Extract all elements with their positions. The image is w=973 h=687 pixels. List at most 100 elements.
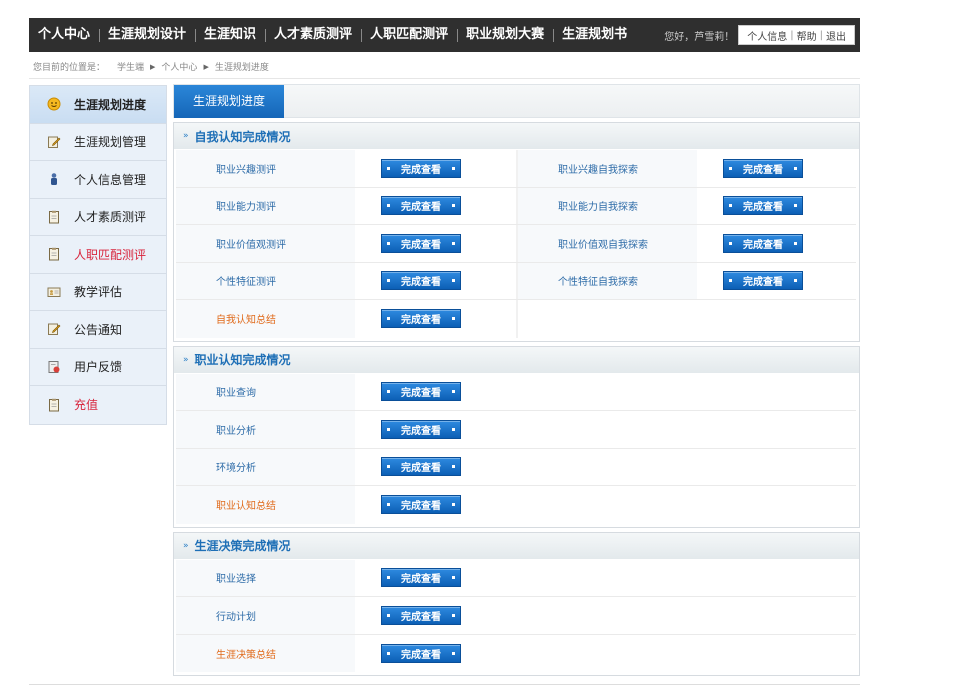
row-label: 职业兴趣测评 — [176, 150, 357, 187]
logout-link[interactable]: 退出 — [823, 28, 849, 43]
clipboard-icon — [47, 210, 61, 224]
breadcrumb-prefix: 您目前的位置是： — [33, 63, 106, 73]
smiley-icon — [47, 97, 61, 111]
complete-view-button[interactable]: 完成查看 — [381, 158, 461, 178]
sidebar-item-progress[interactable]: 生涯规划进度 — [30, 86, 166, 124]
user-links: 个人信息 | 帮助 | 退出 — [738, 25, 855, 45]
sidebar-item-label: 生涯规划管理 — [74, 135, 147, 150]
complete-view-button[interactable]: 完成查看 — [381, 568, 461, 588]
sidebar-item-personal-info[interactable]: 个人信息管理 — [30, 161, 166, 199]
breadcrumb-item-center[interactable]: 个人中心 — [161, 60, 197, 73]
complete-view-button[interactable]: 完成查看 — [381, 382, 461, 402]
tab-career-progress[interactable]: 生涯规划进度 — [174, 85, 284, 118]
section-self-awareness: » 自我认知完成情况 职业兴趣测评 完成查看 职业兴趣自我探索 完成查看 职业能… — [173, 122, 860, 342]
complete-view-button[interactable]: 完成查看 — [381, 233, 461, 253]
complete-view-button[interactable]: 完成查看 — [723, 271, 803, 291]
complete-view-button[interactable]: 完成查看 — [381, 309, 461, 329]
nav-career-plan-book[interactable]: 生涯规划书 — [553, 18, 636, 52]
feedback-icon — [47, 360, 61, 374]
section-header: » 生涯决策完成情况 — [174, 531, 859, 559]
nav-career-knowledge[interactable]: 生涯知识 — [195, 18, 265, 52]
sidebar: 生涯规划进度 生涯规划管理 个人信息管理 人才素质测评 人职匹配测评 教学评估 — [29, 85, 167, 425]
complete-view-button[interactable]: 完成查看 — [723, 196, 803, 216]
row-label: 生涯决策总结 — [176, 634, 357, 672]
complete-view-button[interactable]: 完成查看 — [381, 457, 461, 477]
table-row: 环境分析 完成查看 — [176, 448, 856, 486]
sidebar-item-label: 充值 — [74, 398, 99, 413]
row-label: 职业选择 — [176, 559, 357, 596]
divider — [29, 78, 860, 79]
tab-bar: 生涯规划进度 — [173, 84, 860, 118]
sidebar-item-label: 用户反馈 — [74, 360, 123, 375]
breadcrumb-item-current: 生涯规划进度 — [214, 63, 269, 73]
sidebar-item-recharge[interactable]: 充值 — [30, 386, 166, 424]
breadcrumb-arrow-icon: ▶ — [203, 62, 209, 71]
edit-icon — [47, 135, 61, 149]
section-title: 职业认知完成情况 — [194, 353, 291, 367]
nav-job-match[interactable]: 人职匹配测评 — [361, 18, 457, 52]
table-row: 生涯决策总结 完成查看 — [176, 634, 856, 672]
double-arrow-icon: » — [183, 131, 189, 141]
sidebar-item-feedback[interactable]: 用户反馈 — [30, 348, 166, 386]
table-row: 职业兴趣测评 完成查看 职业兴趣自我探索 完成查看 — [176, 150, 856, 188]
row-label: 行动计划 — [176, 597, 357, 634]
complete-view-button[interactable]: 完成查看 — [723, 158, 803, 178]
breadcrumb-item-student[interactable]: 学生端 — [117, 60, 144, 73]
edit-icon — [47, 322, 61, 336]
table-row: 自我认知总结 完成查看 — [176, 300, 856, 338]
row-label: 自我认知总结 — [176, 300, 357, 338]
help-link[interactable]: 帮助 — [794, 28, 820, 43]
complete-view-button[interactable]: 完成查看 — [381, 605, 461, 625]
row-label: 个性特征自我探索 — [518, 262, 699, 299]
section-career-awareness: » 职业认知完成情况 职业查询 完成查看 职业分析 完成查看 环境分析 完成查看… — [173, 345, 860, 528]
top-navigation: 个人中心 生涯规划设计 生涯知识 人才素质测评 人职匹配测评 职业规划大赛 生涯… — [29, 18, 860, 52]
sidebar-item-job-match[interactable]: 人职匹配测评 — [30, 236, 166, 274]
table-row: 行动计划 完成查看 — [176, 597, 856, 635]
footer-divider — [29, 684, 860, 685]
nav-career-design[interactable]: 生涯规划设计 — [99, 18, 195, 52]
table-row: 职业选择 完成查看 — [176, 559, 856, 597]
breadcrumb-arrow-icon: ▶ — [150, 62, 156, 71]
table-row: 职业认知总结 完成查看 — [176, 486, 856, 524]
table-row: 个性特征测评 完成查看 个性特征自我探索 完成查看 — [176, 262, 856, 300]
sidebar-item-teaching-eval[interactable]: 教学评估 — [30, 273, 166, 311]
table-row: 职业能力测评 完成查看 职业能力自我探索 完成查看 — [176, 187, 856, 225]
sidebar-item-label: 人职匹配测评 — [74, 247, 147, 262]
sidebar-item-announcements[interactable]: 公告通知 — [30, 311, 166, 349]
row-label: 职业价值观自我探索 — [518, 225, 699, 262]
row-label: 职业能力测评 — [176, 187, 357, 224]
sidebar-item-label: 人才素质测评 — [74, 210, 147, 225]
complete-view-button[interactable]: 完成查看 — [381, 643, 461, 663]
complete-view-button[interactable]: 完成查看 — [381, 495, 461, 515]
complete-view-button[interactable]: 完成查看 — [381, 419, 461, 439]
main-content: 生涯规划进度 » 自我认知完成情况 职业兴趣测评 完成查看 职业兴趣自我探索 完… — [173, 84, 860, 676]
person-icon — [47, 172, 61, 186]
profile-link[interactable]: 个人信息 — [744, 28, 790, 43]
double-arrow-icon: » — [183, 540, 189, 551]
clipboard-icon — [47, 247, 61, 261]
nav-talent-assessment[interactable]: 人才素质测评 — [265, 18, 361, 52]
section-title: 自我认知完成情况 — [194, 129, 291, 144]
nav-career-contest[interactable]: 职业规划大赛 — [457, 18, 553, 52]
row-label: 职业价值观测评 — [176, 225, 357, 262]
complete-view-button[interactable]: 完成查看 — [381, 196, 461, 216]
sidebar-item-label: 个人信息管理 — [74, 172, 147, 187]
row-label: 个性特征测评 — [176, 262, 357, 299]
breadcrumb: 您目前的位置是： 学生端 ▶ 个人中心 ▶ 生涯规划进度 — [33, 60, 269, 74]
table-row: 职业价值观测评 完成查看 职业价值观自我探索 完成查看 — [176, 225, 856, 263]
nav-personal-center[interactable]: 个人中心 — [29, 18, 99, 52]
greeting-text: 您好，芦雪莉！ — [664, 31, 735, 43]
sidebar-item-label: 教学评估 — [74, 285, 123, 300]
table-row: 职业分析 完成查看 — [176, 411, 856, 449]
row-label: 职业认知总结 — [176, 486, 357, 524]
complete-view-button[interactable]: 完成查看 — [381, 271, 461, 291]
section-title: 生涯决策完成情况 — [194, 539, 291, 553]
sidebar-item-management[interactable]: 生涯规划管理 — [30, 123, 166, 161]
section-header: » 职业认知完成情况 — [174, 345, 859, 373]
card-icon — [47, 285, 61, 299]
sidebar-item-label: 公告通知 — [74, 322, 123, 337]
sidebar-item-talent[interactable]: 人才素质测评 — [30, 198, 166, 236]
row-label: 环境分析 — [176, 448, 357, 485]
double-arrow-icon: » — [183, 354, 189, 365]
complete-view-button[interactable]: 完成查看 — [723, 233, 803, 253]
